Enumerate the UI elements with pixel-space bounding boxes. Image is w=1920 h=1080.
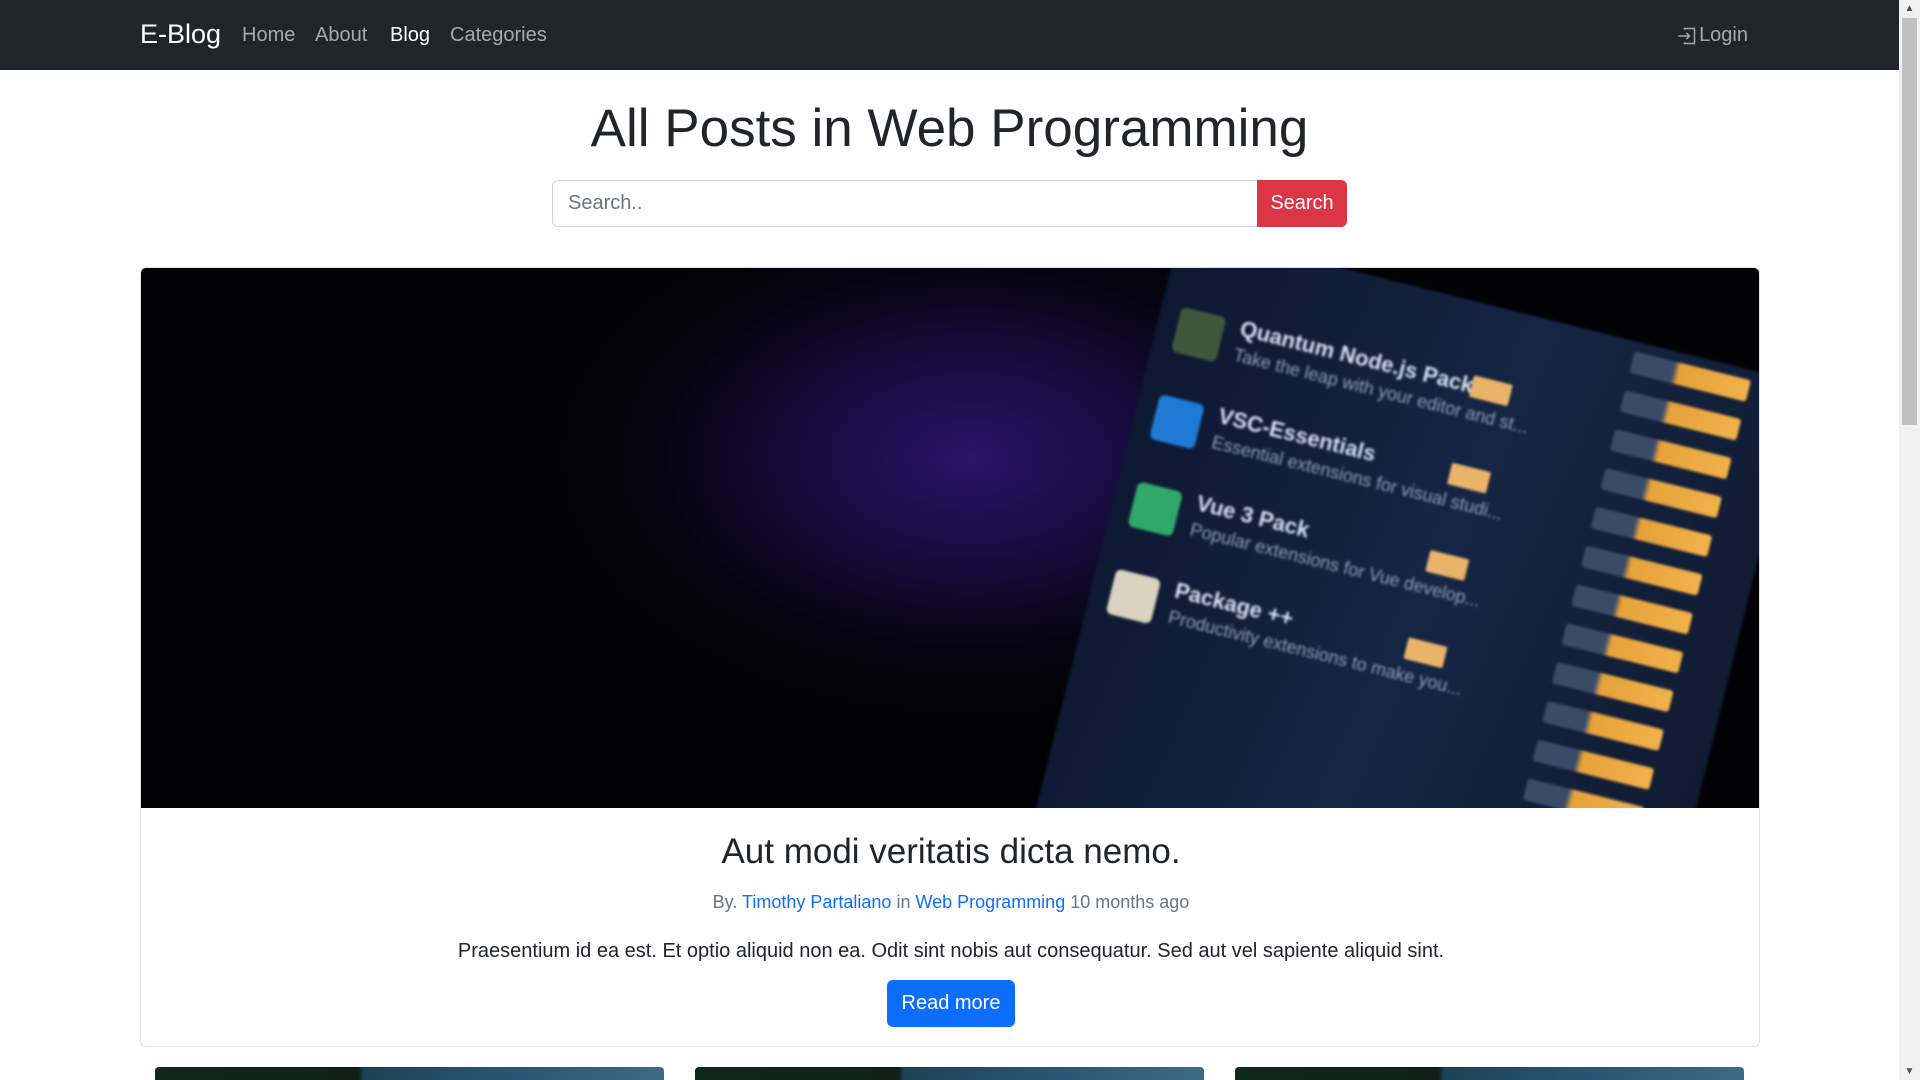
- vue-logo-icon: [1127, 481, 1184, 537]
- side-list-row: [1551, 661, 1674, 713]
- install-badge: [1468, 375, 1513, 407]
- side-list-row: [1561, 623, 1684, 674]
- post-thumbnail[interactable]: [1235, 1067, 1744, 1080]
- post-body: Aut modi veritatis dicta nemo. By. Timot…: [141, 808, 1759, 1046]
- featured-post-card: Quantum Node.js Pack Take the leap with …: [140, 267, 1760, 1047]
- meta-prefix: By.: [712, 892, 738, 912]
- post-thumbnail[interactable]: [695, 1067, 1204, 1080]
- extension-logo-icon: [1170, 306, 1227, 363]
- post-excerpt: Praesentium id ea est. Et optio aliquid …: [457, 940, 1445, 962]
- read-more-button[interactable]: Read more: [887, 980, 1015, 1027]
- post-meta: By. Timothy Partaliano in Web Programmin…: [141, 892, 1759, 913]
- install-badge: [1446, 462, 1492, 494]
- scroll-down-arrow-icon[interactable]: ▼: [1899, 1063, 1920, 1080]
- nav-link-blog[interactable]: Blog: [390, 24, 430, 47]
- navbar: E-Blog Home About Blog Categories Login: [0, 0, 1899, 70]
- vscode-logo-icon: [1149, 393, 1205, 450]
- post-image[interactable]: Quantum Node.js Pack Take the leap with …: [141, 268, 1759, 808]
- install-badge: [1403, 637, 1448, 669]
- category-link[interactable]: Web Programming: [915, 892, 1065, 912]
- navbar-brand[interactable]: E-Blog: [140, 19, 221, 50]
- search-form: Search: [552, 180, 1347, 227]
- code-editor-screenshot: Quantum Node.js Pack Take the leap with …: [1026, 268, 1759, 808]
- package-logo-icon: [1105, 568, 1162, 625]
- side-list-row: [1532, 739, 1655, 790]
- nav-link-about[interactable]: About: [315, 24, 367, 47]
- side-list-row: [1609, 429, 1732, 480]
- nav-link-categories[interactable]: Categories: [450, 24, 547, 47]
- search-input[interactable]: [552, 180, 1257, 227]
- post-thumbnail[interactable]: [155, 1067, 664, 1080]
- post-time: 10 months ago: [1070, 892, 1190, 912]
- post-title[interactable]: Aut modi veritatis dicta nemo.: [141, 832, 1759, 872]
- side-list-row: [1571, 584, 1693, 635]
- search-button[interactable]: Search: [1257, 180, 1347, 227]
- meta-in: in: [896, 892, 911, 912]
- side-list-row: [1619, 390, 1742, 441]
- side-list-row: [1590, 506, 1713, 558]
- login-link[interactable]: Login: [1677, 24, 1748, 47]
- side-list-row: [1629, 351, 1752, 402]
- install-badge: [1425, 549, 1470, 581]
- side-list-row: [1542, 700, 1664, 752]
- side-list-row: [1580, 545, 1703, 596]
- page-scrollbar[interactable]: ▲ ▼: [1899, 0, 1920, 1080]
- login-label: Login: [1699, 24, 1748, 46]
- scroll-up-arrow-icon[interactable]: ▲: [1899, 0, 1920, 17]
- nav-link-home[interactable]: Home: [242, 24, 295, 47]
- author-link[interactable]: Timothy Partaliano: [742, 892, 891, 912]
- side-list-row: [1600, 467, 1723, 519]
- scroll-thumb[interactable]: [1902, 18, 1917, 425]
- page-title: All Posts in Web Programming: [590, 99, 1309, 158]
- box-arrow-in-right-icon: [1678, 27, 1696, 44]
